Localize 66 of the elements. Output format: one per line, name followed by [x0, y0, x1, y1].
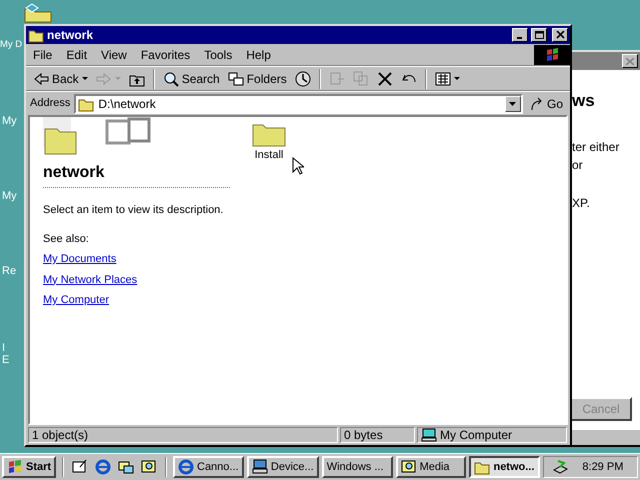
menu-item[interactable]: Tools: [197, 46, 240, 64]
close-icon: [556, 31, 564, 39]
mouse-pointer-icon: [292, 157, 304, 175]
forward-arrow-icon: [96, 70, 112, 86]
menu-item[interactable]: Edit: [59, 46, 94, 64]
dialog-text: XP.: [572, 194, 591, 212]
close-icon: [626, 58, 634, 64]
computer-icon: [421, 428, 437, 442]
folder-title: network: [43, 161, 230, 188]
search-button[interactable]: Search: [160, 68, 223, 88]
clock: 8:29 PM: [582, 460, 624, 475]
search-icon: [162, 70, 179, 86]
move-to-icon: [328, 70, 345, 86]
maximize-icon: [534, 31, 544, 39]
taskbar-button[interactable]: Media: [396, 456, 466, 478]
window-title: network: [47, 27, 94, 44]
link[interactable]: My Documents: [43, 251, 116, 268]
menu-item[interactable]: Help: [239, 46, 278, 64]
description-text: Select an item to view its description.: [43, 203, 224, 218]
see-also-label: See also:: [43, 232, 90, 246]
maximize-button[interactable]: [531, 28, 547, 42]
address-label: Address: [30, 96, 70, 112]
computer-icon: [252, 459, 268, 475]
taskbar-button[interactable]: Canno...: [173, 456, 244, 478]
start-button[interactable]: Start: [2, 456, 56, 478]
link[interactable]: My Computer: [43, 292, 110, 308]
windows-logo-icon: [534, 44, 570, 64]
status-text: 0 bytes: [344, 427, 383, 444]
menu-item[interactable]: Favorites: [134, 46, 198, 64]
link[interactable]: My Network Places: [43, 272, 138, 288]
mail-icon: [118, 459, 134, 475]
go-button[interactable]: Go: [526, 94, 566, 114]
back-arrow-icon: [33, 70, 49, 86]
back-button[interactable]: Back: [30, 68, 91, 88]
views-icon: [434, 70, 451, 86]
minimize-button[interactable]: [512, 28, 528, 42]
close-button[interactable]: [552, 28, 568, 42]
delete-icon: [376, 70, 393, 86]
desktop-icon: [72, 459, 88, 475]
status-text: My Computer: [440, 427, 512, 444]
copy-to-icon: [352, 70, 369, 86]
address-field[interactable]: D:\network: [74, 94, 523, 114]
dialog-heading: ws: [572, 90, 596, 112]
file-name[interactable]: Install: [254, 147, 284, 164]
quick-launch-button[interactable]: [116, 459, 136, 475]
taskbar-button[interactable]: Device...: [246, 456, 319, 478]
close-button[interactable]: [622, 54, 638, 68]
history-icon: [294, 70, 311, 86]
magnifier-icon: [400, 459, 417, 475]
status-text: 1 object(s): [32, 427, 88, 444]
folders-button[interactable]: Folders: [224, 68, 290, 88]
dialog-text: or: [572, 156, 584, 174]
magnifier-icon: [141, 459, 157, 475]
dialog-text: ter either: [572, 138, 620, 156]
windows-flag-icon: [7, 460, 23, 474]
go-arrow-icon: [530, 96, 544, 110]
taskbar-button[interactable]: Windows ...: [322, 456, 393, 478]
browser-e-icon: [95, 459, 111, 475]
folders-icon: [228, 70, 244, 86]
folder-icon: [24, 3, 52, 23]
caret-icon: [509, 102, 516, 106]
taskbar-button[interactable]: netwo...: [469, 456, 540, 478]
browser-e-icon: [178, 459, 194, 475]
menu-item[interactable]: File: [26, 46, 60, 64]
menu-item[interactable]: View: [94, 46, 134, 64]
dropdown-button[interactable]: [504, 96, 521, 112]
